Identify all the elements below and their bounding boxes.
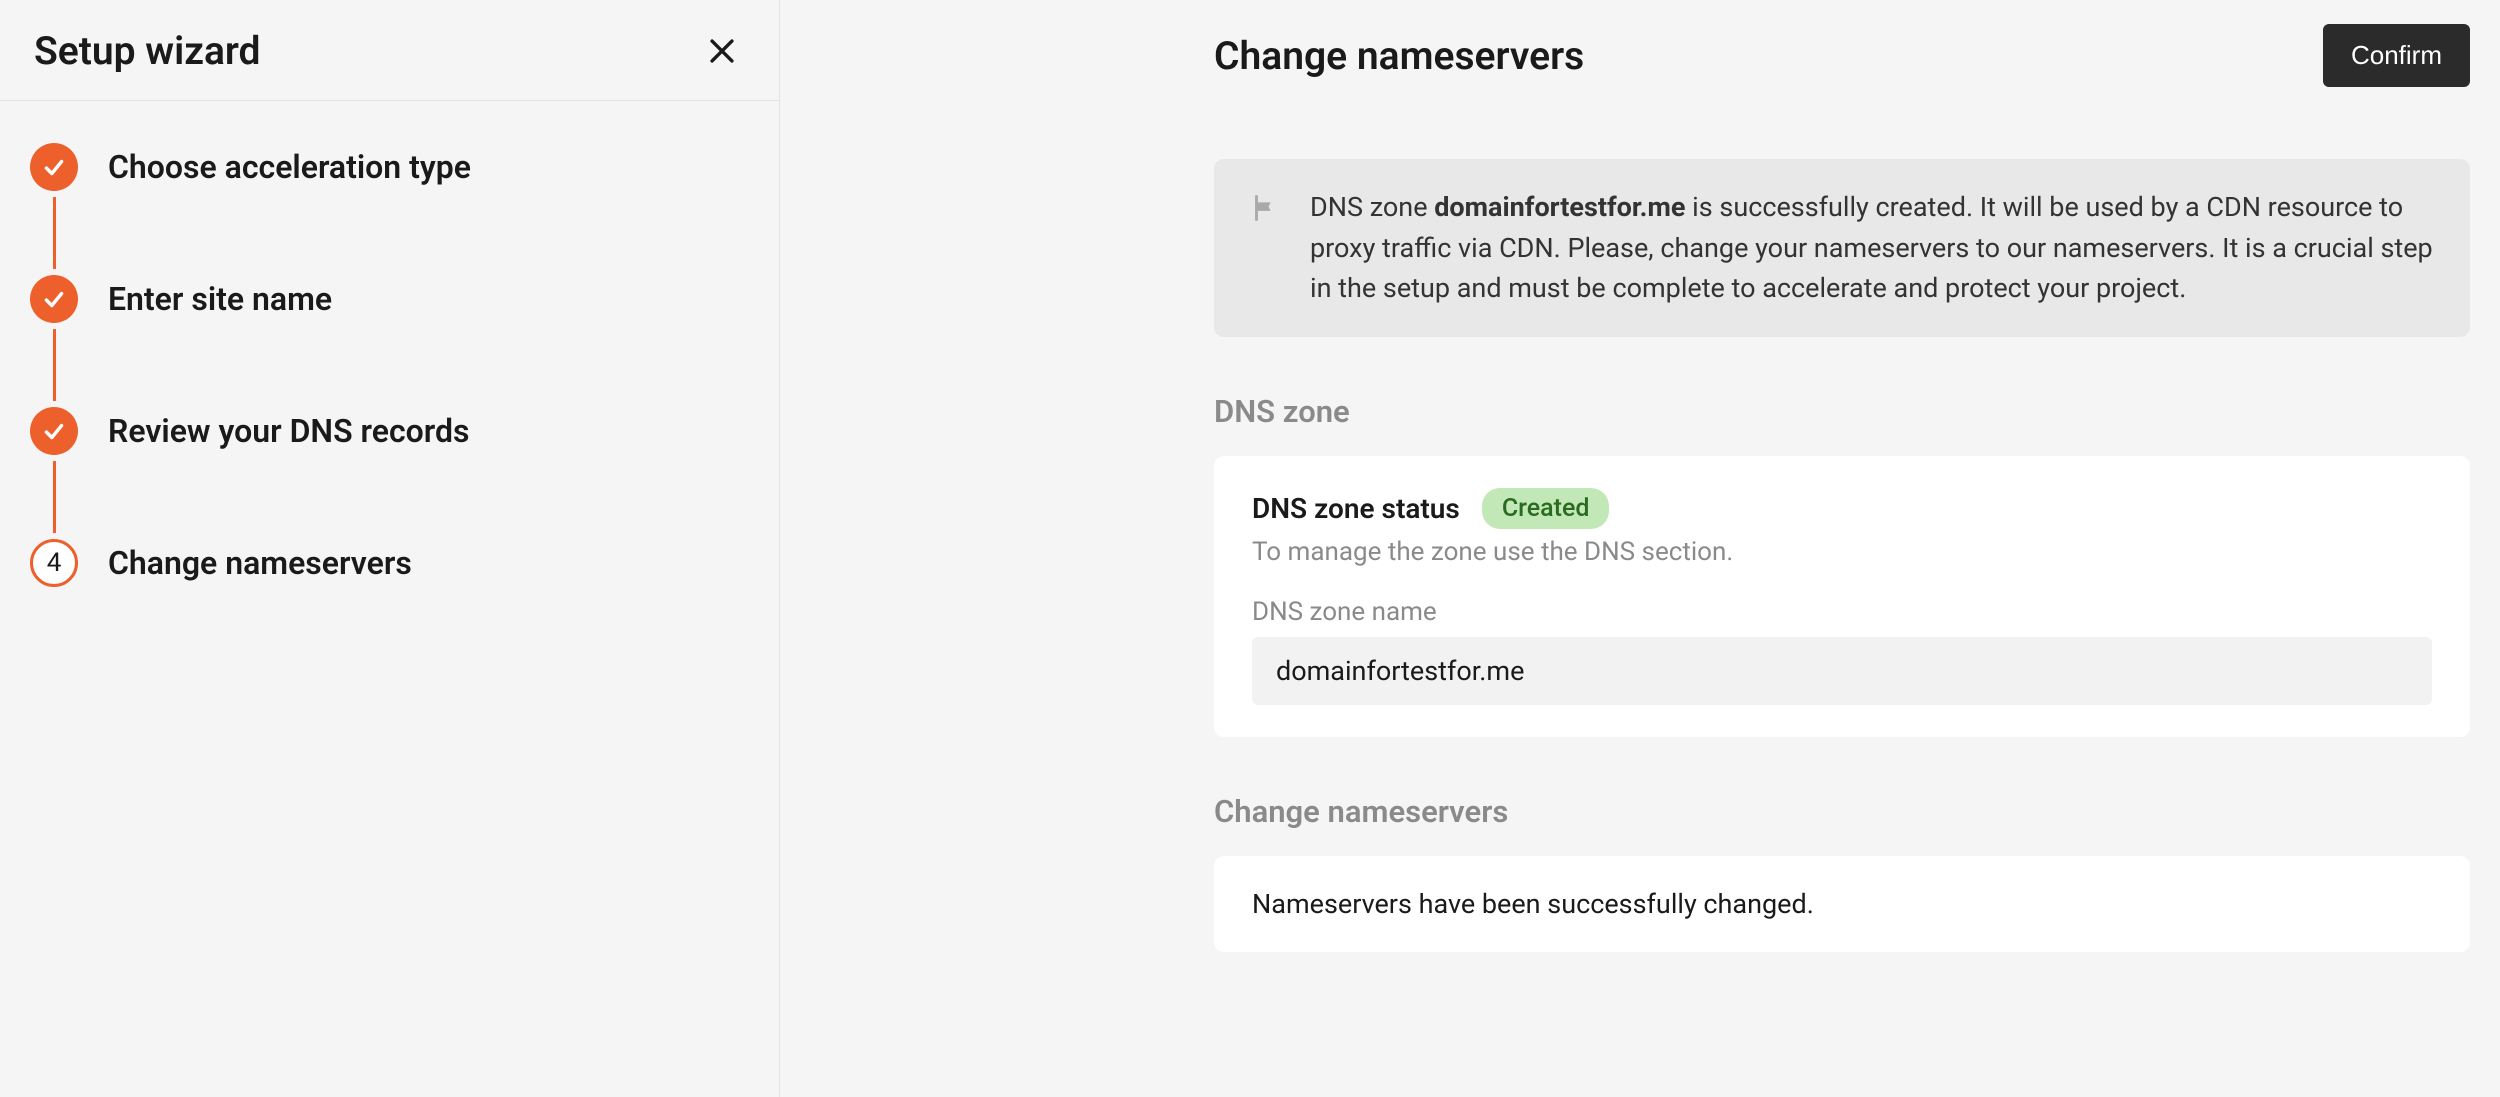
- step-indicator-done: [30, 407, 78, 455]
- confirm-button[interactable]: Confirm: [2323, 24, 2470, 87]
- step-indicator-current: 4: [30, 539, 78, 587]
- dns-zone-status-row: DNS zone status Created: [1252, 488, 2432, 529]
- check-icon: [41, 418, 67, 444]
- step-label: Change nameservers: [108, 544, 412, 582]
- banner-domain: domainfortestfor.me: [1434, 191, 1685, 223]
- step-change-nameservers[interactable]: 4 Change nameservers: [30, 539, 749, 587]
- step-label: Enter site name: [108, 280, 332, 318]
- close-button[interactable]: [699, 28, 745, 74]
- wizard-sidebar: Setup wizard Choose acceleration type En…: [0, 0, 780, 1097]
- step-indicator-done: [30, 275, 78, 323]
- main-panel: Change nameservers Confirm DNS zone doma…: [780, 0, 2500, 1097]
- step-label: Review your DNS records: [108, 412, 469, 450]
- sidebar-title: Setup wizard: [34, 28, 261, 74]
- flag-icon: [1248, 191, 1282, 309]
- dns-zone-status-sub: To manage the zone use the DNS section.: [1252, 537, 2432, 567]
- info-banner: DNS zone domainfortestfor.me is successf…: [1214, 159, 2470, 337]
- step-label: Choose acceleration type: [108, 148, 471, 186]
- sidebar-header: Setup wizard: [0, 0, 779, 101]
- banner-prefix: DNS zone: [1310, 191, 1434, 223]
- step-review-dns[interactable]: Review your DNS records: [30, 407, 749, 455]
- close-icon: [705, 34, 739, 68]
- info-banner-text: DNS zone domainfortestfor.me is successf…: [1310, 187, 2436, 309]
- dns-zone-card: DNS zone status Created To manage the zo…: [1214, 456, 2470, 737]
- step-indicator-done: [30, 143, 78, 191]
- step-choose-acceleration[interactable]: Choose acceleration type: [30, 143, 749, 191]
- wizard-steps: Choose acceleration type Enter site name…: [0, 101, 779, 587]
- dns-zone-section-title: DNS zone: [1214, 393, 2470, 430]
- check-icon: [41, 286, 67, 312]
- step-connector: [53, 329, 56, 401]
- page-title: Change nameservers: [1214, 33, 1584, 79]
- step-enter-site-name[interactable]: Enter site name: [30, 275, 749, 323]
- status-badge: Created: [1482, 488, 1610, 529]
- main-body: DNS zone domainfortestfor.me is successf…: [780, 111, 2500, 1008]
- step-connector: [53, 461, 56, 533]
- change-nameservers-section-title: Change nameservers: [1214, 793, 2470, 830]
- change-nameservers-card: Nameservers have been successfully chang…: [1214, 856, 2470, 952]
- dns-zone-name-label: DNS zone name: [1252, 597, 2432, 627]
- step-connector: [53, 197, 56, 269]
- dns-zone-name-value: domainfortestfor.me: [1252, 637, 2432, 705]
- check-icon: [41, 154, 67, 180]
- main-header: Change nameservers Confirm: [780, 0, 2500, 111]
- dns-zone-status-label: DNS zone status: [1252, 492, 1460, 525]
- nameservers-changed-message: Nameservers have been successfully chang…: [1252, 888, 2432, 920]
